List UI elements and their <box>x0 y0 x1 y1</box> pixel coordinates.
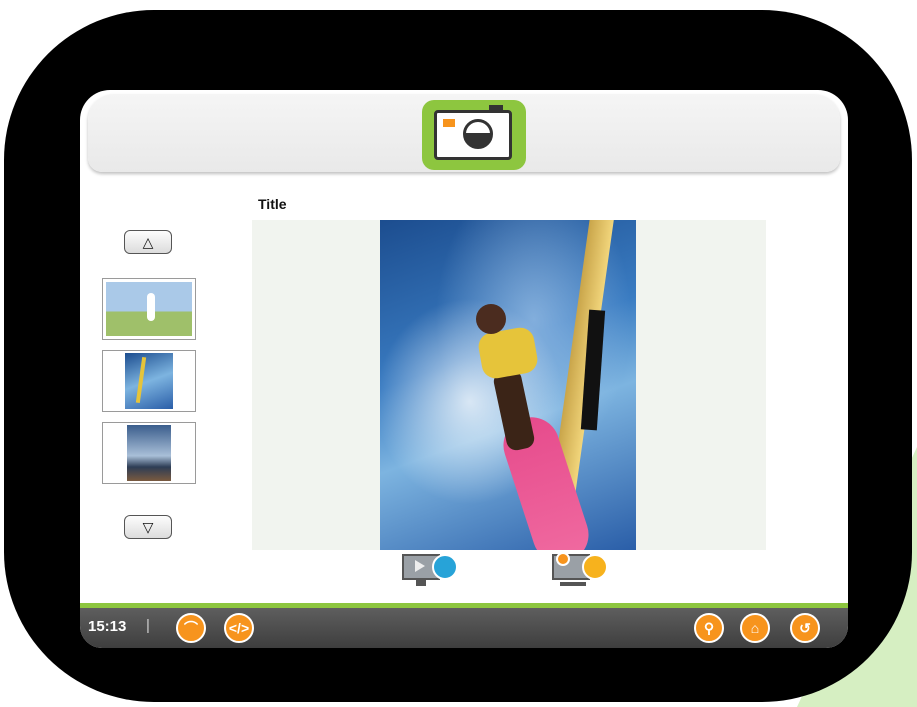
share-stand-icon <box>560 582 586 586</box>
camera-top-bump <box>489 105 503 111</box>
play-dot-icon <box>432 554 458 580</box>
device-bezel: Title △ ▽ 15:13 | ⌒ </> ⚲ ⌂ ↺ <box>4 10 912 702</box>
camera-button[interactable] <box>422 100 526 170</box>
scroll-down-button[interactable]: ▽ <box>124 515 172 539</box>
key-icon[interactable]: ⚲ <box>694 613 724 643</box>
photo-surfer-head <box>476 304 506 334</box>
status-bar: 15:13 | ⌒ </> ⚲ ⌂ ↺ <box>80 603 848 648</box>
clock: 15:13 <box>88 618 127 635</box>
home-icon[interactable]: ⌂ <box>740 613 770 643</box>
wifi-icon[interactable]: ⌒ <box>176 613 206 643</box>
back-icon[interactable]: ↺ <box>790 613 820 643</box>
share-button[interactable] <box>552 552 610 590</box>
status-separator: | <box>146 617 150 634</box>
photo-surfer-legs <box>491 367 537 453</box>
share-node-icon <box>556 552 570 566</box>
top-bar <box>88 94 840 172</box>
main-photo[interactable] <box>380 220 636 550</box>
thumbnail-2[interactable] <box>102 350 196 412</box>
camera-flash-icon <box>443 119 455 127</box>
photo-surfer-body <box>476 325 540 381</box>
thumbnail-2-image <box>125 353 173 409</box>
monitor-stand-icon <box>416 580 426 586</box>
share-dot-icon <box>582 554 608 580</box>
thumbnail-1-figure <box>147 293 155 321</box>
play-icon <box>415 560 425 572</box>
thumbnail-3[interactable] <box>102 422 196 484</box>
photo-title: Title <box>258 196 287 212</box>
scroll-up-button[interactable]: △ <box>124 230 172 254</box>
thumbnail-1[interactable] <box>102 278 196 340</box>
slideshow-play-button[interactable] <box>402 552 460 590</box>
screen: Title △ ▽ 15:13 | ⌒ </> ⚲ ⌂ ↺ <box>80 90 848 648</box>
photo-viewer <box>252 220 766 550</box>
camera-lens-icon <box>463 119 493 149</box>
thumbnail-3-image <box>127 425 171 481</box>
camera-icon <box>434 105 512 160</box>
code-icon[interactable]: </> <box>224 613 254 643</box>
